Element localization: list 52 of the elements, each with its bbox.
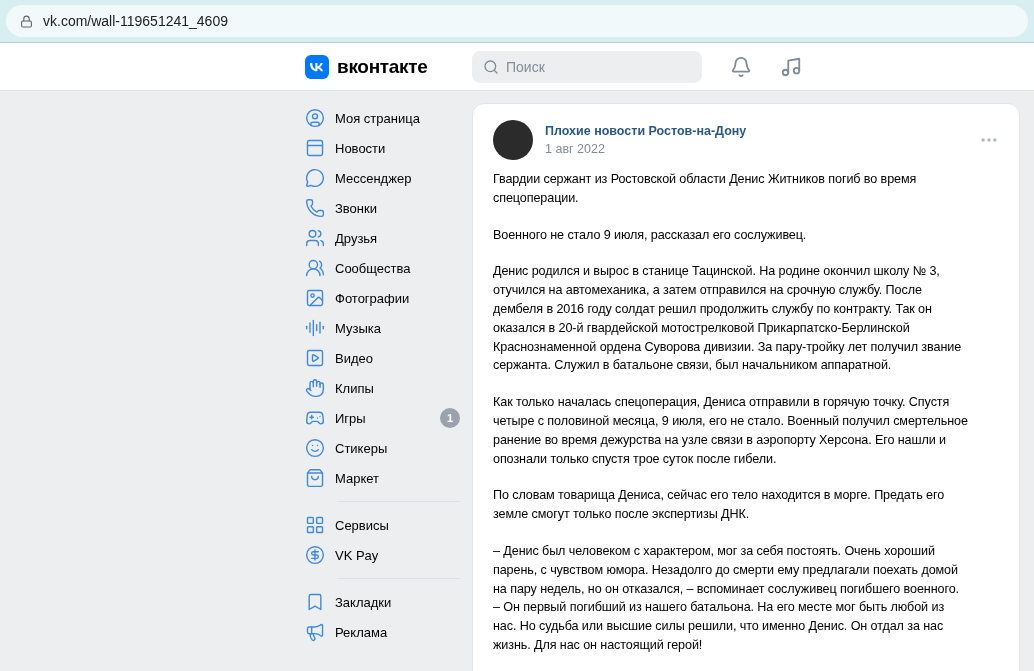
- address-bar[interactable]: vk.com/wall-119651241_4609: [6, 5, 1028, 37]
- sidebar-item[interactable]: Игры 1: [305, 403, 460, 433]
- bag-icon: [305, 468, 325, 488]
- sidebar-item[interactable]: Звонки: [305, 193, 460, 223]
- music-icon: [305, 318, 325, 338]
- avatar-placeholder: [493, 120, 533, 160]
- coin-icon: [305, 545, 325, 565]
- search-icon: [483, 58, 499, 75]
- count-badge: 1: [440, 408, 460, 428]
- clip-icon: [305, 378, 325, 398]
- sidebar-item[interactable]: Маркет: [305, 463, 460, 493]
- post-paragraph: Гвардии сержант из Ростовской области Денис Житников погиб во время спецоперации.: [493, 171, 918, 207]
- sidebar-item[interactable]: Музыка: [305, 313, 460, 343]
- chat-icon: [305, 168, 325, 188]
- sidebar-item[interactable]: Видео: [305, 343, 460, 373]
- sidebar-item[interactable]: Фотографии: [305, 283, 460, 313]
- news-icon: [305, 138, 325, 158]
- post-paragraph: Как только началась спецоперация, Дениса отправили в горячую точку. Спустя четыре с половиной месяца, 9 июля, его не стало. Военный получил смертельное ранение во время дежурства на узле связи в аэропорту Херсона. Его нашли и опознали только спустя трое суток после гибели.: [493, 394, 969, 468]
- logo-text[interactable]: вконтакте: [337, 55, 428, 78]
- sidebar-item[interactable]: Клипы: [305, 373, 460, 403]
- post-paragraph: – Денис был человеком с характером, мог за себя постоять. Очень хороший парень, с чувством юмора. Незадолго до смерти ему предлагали поехать домой на пару недель, но он отказался, – вспоминает сослуживец погибшего военного. – Он первый погибший из нашего батальона. На его месте мог быть любой из нас. Но судьба или высшие силы решили, что именно Денис. Он отдал за нас жизнь. Для нас он настоящий герой!: [493, 542, 960, 654]
- post-paragraph: Военного не стало 9 июля, рассказал его сослуживец.: [493, 226, 808, 244]
- lock-icon: [20, 14, 33, 28]
- sidebar-item[interactable]: Сервисы: [305, 510, 460, 540]
- url-text: vk.com/wall-119651241_4609: [43, 13, 228, 29]
- profile-icon: [305, 108, 325, 128]
- photo-icon: [305, 288, 325, 308]
- friends-icon: [305, 228, 325, 248]
- logo-icon[interactable]: [305, 54, 329, 79]
- grid-icon: [305, 515, 325, 535]
- sidebar-item[interactable]: Сообщества: [305, 253, 460, 283]
- bell-icon[interactable]: [730, 55, 752, 78]
- sidebar-item[interactable]: VK Pay: [305, 540, 460, 570]
- post-paragraph: По словам товарища Дениса, сейчас его тело находится в морге. Предать его земле смогут только после экспертизы ДНК.: [493, 487, 946, 524]
- music-note-icon[interactable]: [780, 55, 802, 78]
- group-icon: [305, 258, 325, 278]
- sidebar-item[interactable]: Моя страница: [305, 103, 460, 133]
- sidebar-item[interactable]: Новости: [305, 133, 460, 163]
- author-link[interactable]: Плохие новости Ростов-на-Дону: [545, 124, 967, 138]
- sidebar-item[interactable]: Друзья: [305, 223, 460, 253]
- bookmark-icon: [305, 592, 325, 612]
- sidebar-item[interactable]: Реклама: [305, 617, 460, 647]
- sidebar-item[interactable]: Мессенджер: [305, 163, 460, 193]
- video-icon: [305, 348, 325, 368]
- megaphone-icon: [305, 622, 325, 642]
- post-date: 1 авг 2022: [545, 142, 606, 156]
- sidebar-item[interactable]: Стикеры: [305, 433, 460, 463]
- phone-icon: [305, 198, 325, 218]
- smile-icon: [305, 438, 325, 458]
- post-paragraph: Денис родился и вырос в станице Тацинской. На родине окончил школу № 3, отучился на автомеханика, а затем отправился на срочную службу. После дембеля в 2016 году солдат решил продолжить службу по контракту. Так он оказался в 20-й гвардейской мотострелковой Прикарпатско-Берлинской Краснознаменной ордена Суворова дивизии. За пару-тройку лет получил звание сержанта. Служил в батальоне связи, был начальником аппаратной.: [493, 263, 963, 375]
- search-field[interactable]: Поиск: [472, 50, 702, 83]
- sidebar-item[interactable]: Закладки: [305, 587, 460, 617]
